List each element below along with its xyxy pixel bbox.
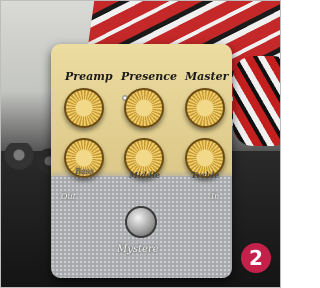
number-badge: 2	[241, 243, 271, 273]
label-preamp: Preamp	[65, 70, 113, 83]
guitar-edge	[233, 56, 280, 146]
label-bass: Bass	[75, 167, 94, 176]
knob-preamp[interactable]	[64, 88, 104, 128]
knob-master[interactable]	[185, 88, 225, 128]
guitar-pedal: Preamp Presence Master Bass Middle Trebl…	[51, 44, 232, 278]
label-middle: Middle	[129, 170, 161, 180]
label-master: Master	[185, 70, 229, 83]
knob-presence[interactable]	[124, 88, 164, 128]
label-jack-out: Out	[61, 192, 76, 201]
label-treble: Treble	[191, 170, 220, 180]
photo-frame: Preamp Presence Master Bass Middle Trebl…	[0, 0, 281, 288]
label-jack-in: In	[211, 192, 220, 201]
footswitch[interactable]	[125, 206, 157, 238]
label-presence: Presence	[121, 70, 177, 83]
brand-logo-text: Mystere	[117, 244, 159, 255]
